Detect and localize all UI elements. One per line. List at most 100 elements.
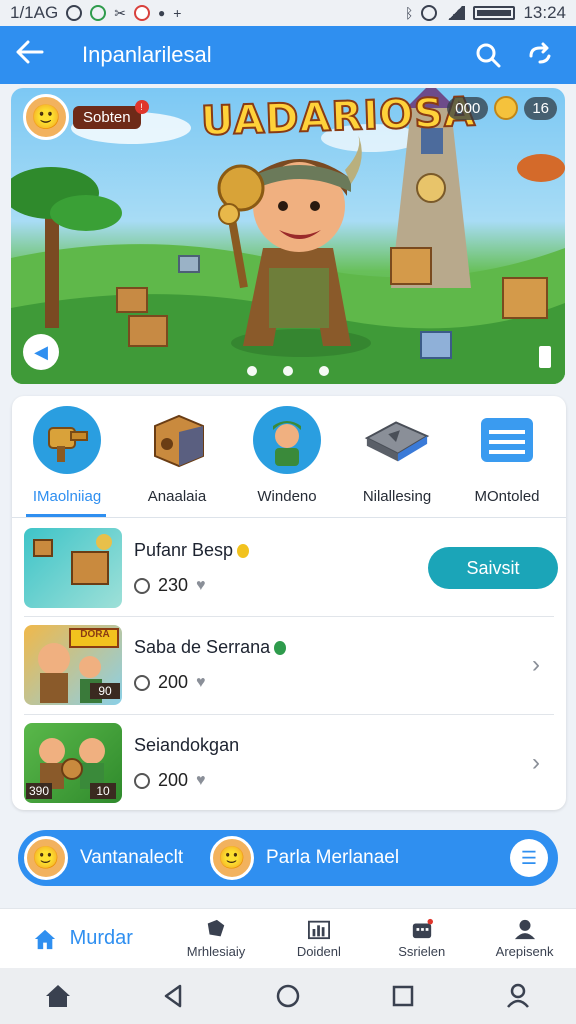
category-label: MOntoled bbox=[474, 488, 540, 505]
menu-icon[interactable]: ☰ bbox=[510, 839, 548, 877]
back-arrow-icon[interactable] bbox=[16, 40, 60, 70]
item-meta: 230 ♥ bbox=[134, 575, 428, 596]
chevron-right-icon[interactable]: › bbox=[516, 749, 556, 777]
resource-counter-2: 16 bbox=[524, 96, 557, 120]
system-circle-icon[interactable] bbox=[273, 981, 303, 1011]
item-info: Seiandokgan 200 ♥ bbox=[134, 735, 516, 791]
item-meta: 200 ♥ bbox=[134, 672, 516, 693]
banner-prev-button[interactable]: ◀ bbox=[23, 334, 59, 370]
heart-icon[interactable]: ♥ bbox=[196, 674, 206, 692]
category-label: Anaalaia bbox=[147, 488, 207, 505]
category-tab-1[interactable]: Anaalaia bbox=[122, 396, 232, 517]
status-carrier: 1/1AG bbox=[10, 3, 59, 22]
category-label: IMaolniiag bbox=[32, 488, 102, 505]
notification-icon bbox=[66, 5, 83, 21]
list-icon bbox=[473, 406, 541, 474]
user-name: Sobten bbox=[83, 108, 131, 126]
nav-item-profile[interactable]: Arepisenk bbox=[473, 909, 576, 968]
category-label: Nilallesing bbox=[362, 488, 432, 505]
thumbnail-badge: 90 bbox=[98, 684, 112, 698]
share-icon[interactable] bbox=[520, 35, 560, 75]
nav-item-chart[interactable]: Doidenl bbox=[267, 909, 370, 968]
category-tab-0[interactable]: IMaolniiag bbox=[12, 396, 122, 517]
system-home-icon[interactable] bbox=[43, 981, 73, 1011]
chevron-right-icon[interactable]: › bbox=[516, 651, 556, 679]
item-title: Saba de Serrana bbox=[134, 637, 516, 658]
banner-next-handle[interactable] bbox=[539, 346, 551, 368]
wifi-icon bbox=[421, 5, 438, 21]
item-count: 200 bbox=[158, 770, 189, 790]
status-bar: 1/1AG ✂ ● + ᛒ 13:24 bbox=[0, 0, 576, 26]
battery-icon bbox=[473, 6, 516, 20]
mute-icon: ✂ bbox=[114, 4, 126, 21]
system-account-icon[interactable] bbox=[503, 981, 533, 1011]
carousel-dots bbox=[11, 366, 565, 376]
app-bar: Inpanlarilesal bbox=[0, 26, 576, 84]
carousel-dot[interactable] bbox=[283, 366, 293, 376]
nav-label: Doidenl bbox=[296, 944, 341, 959]
cloud-icon: ● bbox=[157, 6, 166, 20]
nav-label: Arepisenk bbox=[495, 944, 554, 959]
friend-avatar[interactable]: 🙂 bbox=[210, 836, 254, 880]
item-meta: 200 ♥ bbox=[134, 770, 516, 791]
resource-counter-1: 000 bbox=[447, 96, 489, 120]
avatar: 🙂 bbox=[23, 94, 69, 140]
category-tab-2[interactable]: Windeno bbox=[232, 396, 342, 517]
category-tab-4[interactable]: MOntoled bbox=[452, 396, 562, 517]
app-notification-icon bbox=[90, 5, 107, 21]
item-name: Pufanr Besp bbox=[134, 540, 234, 560]
heart-icon[interactable]: ♥ bbox=[196, 772, 206, 790]
nav-item-home[interactable]: Murdar bbox=[0, 909, 165, 968]
strip-text-2: Parla Merlanael bbox=[266, 847, 400, 868]
list-item[interactable]: DORA 90 Saba de Serrana 200 ♥ › bbox=[12, 617, 566, 713]
item-title: Pufanr Besp bbox=[134, 540, 428, 561]
item-count: 230 bbox=[158, 575, 189, 595]
item-thumbnail: DORA 90 bbox=[24, 625, 122, 705]
page-title: Inpanlarilesal bbox=[82, 42, 212, 67]
strip-text-1: Vantanaleclt bbox=[80, 847, 184, 868]
timer-icon bbox=[134, 577, 150, 594]
user-badge[interactable]: 🙂 Sobten! bbox=[23, 94, 149, 140]
coin-icon bbox=[494, 96, 519, 120]
home-icon bbox=[34, 929, 55, 949]
system-back-icon[interactable] bbox=[158, 981, 188, 1011]
system-recents-icon[interactable] bbox=[388, 981, 418, 1011]
item-title: Seiandokgan bbox=[134, 735, 516, 756]
category-label: Windeno bbox=[257, 488, 317, 505]
save-button[interactable]: Saivsit bbox=[428, 547, 558, 589]
green-badge-icon bbox=[274, 640, 287, 655]
friend-avatar[interactable]: 🙂 bbox=[24, 836, 68, 880]
signal-icon bbox=[445, 6, 466, 20]
anvil-icon bbox=[363, 406, 431, 474]
category-tab-3[interactable]: Nilallesing bbox=[342, 396, 452, 517]
item-count: 200 bbox=[158, 672, 189, 692]
nav-label: Murdar bbox=[69, 927, 133, 949]
item-info: Saba de Serrana 200 ♥ bbox=[134, 637, 516, 693]
nav-item-shop[interactable]: Ssrielen bbox=[370, 909, 473, 968]
timer-icon bbox=[134, 674, 150, 691]
item-thumbnail: 390 10 bbox=[24, 723, 122, 803]
list-item[interactable]: 390 10 Seiandokgan 200 ♥ › bbox=[12, 715, 566, 811]
puzzle-icon bbox=[207, 919, 225, 937]
resource-counters: 000 16 bbox=[447, 96, 557, 120]
featured-banner[interactable]: UADARIOSA 🙂 Sobten! 000 16 ◀ bbox=[11, 88, 565, 384]
list-item[interactable]: Pufanr Besp 230 ♥ Saivsit bbox=[12, 520, 566, 616]
character-icon bbox=[253, 406, 321, 474]
carousel-dot[interactable] bbox=[319, 366, 329, 376]
heart-icon[interactable]: ♥ bbox=[196, 577, 206, 595]
user-name-tag: Sobten! bbox=[73, 99, 149, 129]
item-thumbnail bbox=[24, 528, 122, 608]
alert-icon bbox=[133, 5, 150, 21]
bluetooth-icon: ᛒ bbox=[405, 5, 414, 21]
content-card: IMaolniiag Anaalaia Windeno Nilallesing … bbox=[12, 396, 566, 810]
friends-strip[interactable]: 🙂 Vantanaleclt 🙂 Parla Merlanael ☰ bbox=[18, 830, 558, 886]
carousel-dot[interactable] bbox=[247, 366, 257, 376]
item-name: Saba de Serrana bbox=[134, 637, 271, 657]
nav-item-puzzle[interactable]: Mrhlesiaiy bbox=[165, 909, 268, 968]
game-title: UADARIOSA bbox=[199, 88, 477, 146]
search-icon[interactable] bbox=[468, 35, 508, 75]
timer-icon bbox=[134, 772, 150, 789]
bottom-nav: Murdar Mrhlesiaiy Doidenl Ssrielen Arepi… bbox=[0, 908, 576, 968]
crate-icon bbox=[143, 406, 211, 474]
thumbnail-caption: DORA bbox=[80, 629, 110, 640]
